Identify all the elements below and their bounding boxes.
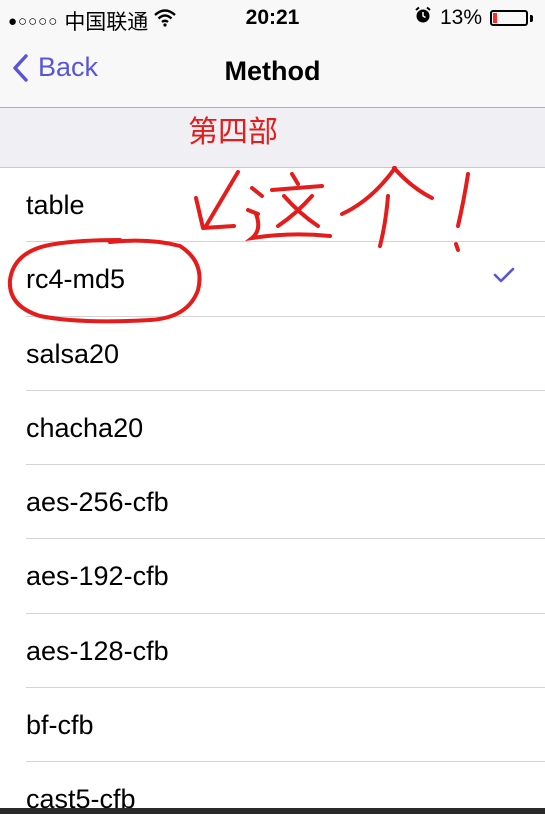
method-label: bf-cfb [26, 710, 94, 741]
navigation-bar: Back Method [0, 38, 545, 108]
method-row-chacha20[interactable]: chacha20 [26, 391, 545, 466]
method-row-rc4-md5[interactable]: rc4-md5 [26, 242, 545, 317]
battery-icon [490, 10, 528, 26]
method-row-table[interactable]: table [26, 168, 545, 243]
status-bar: ●○○○○ 中国联通 20:21 13% [0, 0, 545, 38]
method-row-aes-128-cfb[interactable]: aes-128-cfb [26, 614, 545, 689]
battery-group: 13% [414, 6, 533, 30]
method-row-aes-256-cfb[interactable]: aes-256-cfb [26, 465, 545, 540]
battery-tip [530, 14, 533, 22]
method-label: aes-192-cfb [26, 561, 169, 592]
checkmark-icon [493, 266, 515, 289]
annotation-section-label: 第四部 [188, 116, 278, 149]
page-title: Method [224, 56, 321, 86]
method-row-aes-192-cfb[interactable]: aes-192-cfb [26, 539, 545, 614]
method-list: table rc4-md5 salsa20 chacha20 aes-256-cfb ae… [0, 168, 545, 837]
method-row-bf-cfb[interactable]: bf-cfb [26, 688, 545, 763]
battery-percent: 13% [439, 6, 482, 29]
bottom-edge [0, 808, 545, 814]
method-label: aes-128-cfb [26, 635, 169, 666]
method-label: salsa20 [26, 338, 120, 369]
method-label: chacha20 [26, 412, 144, 443]
alarm-icon [414, 6, 432, 30]
method-row-salsa20[interactable]: salsa20 [26, 317, 545, 391]
method-label: aes-256-cfb [26, 487, 169, 518]
method-label: rc4-md5 [26, 264, 126, 295]
method-label: table [26, 190, 85, 220]
method-row-cast5-cfb[interactable]: cast5-cfb [26, 762, 545, 836]
